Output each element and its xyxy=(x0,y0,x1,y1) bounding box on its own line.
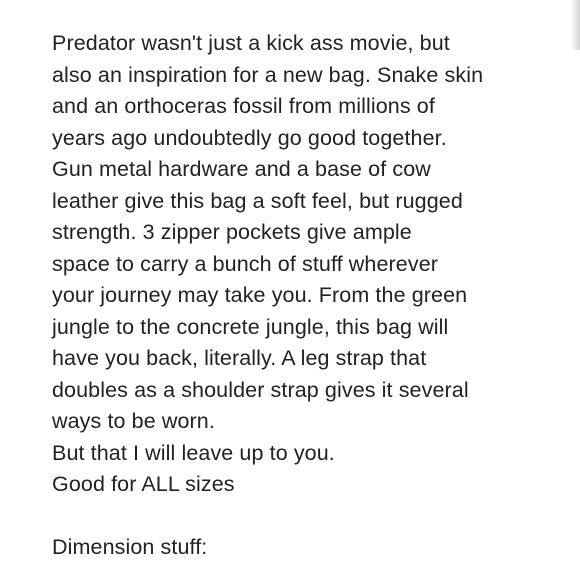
description-line: years ago undoubtedly go good together. xyxy=(52,125,447,150)
description-line: ways to be worn. xyxy=(52,409,215,433)
description-line: But that I will leave up to you. xyxy=(52,440,335,465)
description-line: have you back, literally. A leg strap th… xyxy=(52,346,427,370)
description-line: and an orthoceras fossil from millions o… xyxy=(52,94,435,118)
scrollbar[interactable] xyxy=(570,0,580,50)
description-line: space to carry a bunch of stuff wherever xyxy=(52,251,439,276)
description-line: jungle to the concrete jungle, this bag … xyxy=(52,314,449,339)
description-line: your journey may take you. From the gree… xyxy=(52,283,468,307)
screen: Predator wasn't just a kick ass movie, b… xyxy=(0,0,580,580)
description-line: Good for ALL sizes xyxy=(52,472,235,496)
description-line: also an inspiration for a new bag. Snake… xyxy=(52,62,484,87)
description-line: Predator wasn't just a kick ass movie, b… xyxy=(52,31,450,55)
description-line: leather give this bag a soft feel, but r… xyxy=(52,188,463,213)
description-line: doubles as a shoulder strap gives it sev… xyxy=(52,377,469,402)
dimension-heading: Dimension stuff: xyxy=(52,535,208,559)
description-line: strength. 3 zipper pockets give ample xyxy=(52,220,412,244)
description-line: Gun metal hardware and a base of cow xyxy=(52,157,431,181)
item-description: Predator wasn't just a kick ass movie, b… xyxy=(52,28,552,564)
